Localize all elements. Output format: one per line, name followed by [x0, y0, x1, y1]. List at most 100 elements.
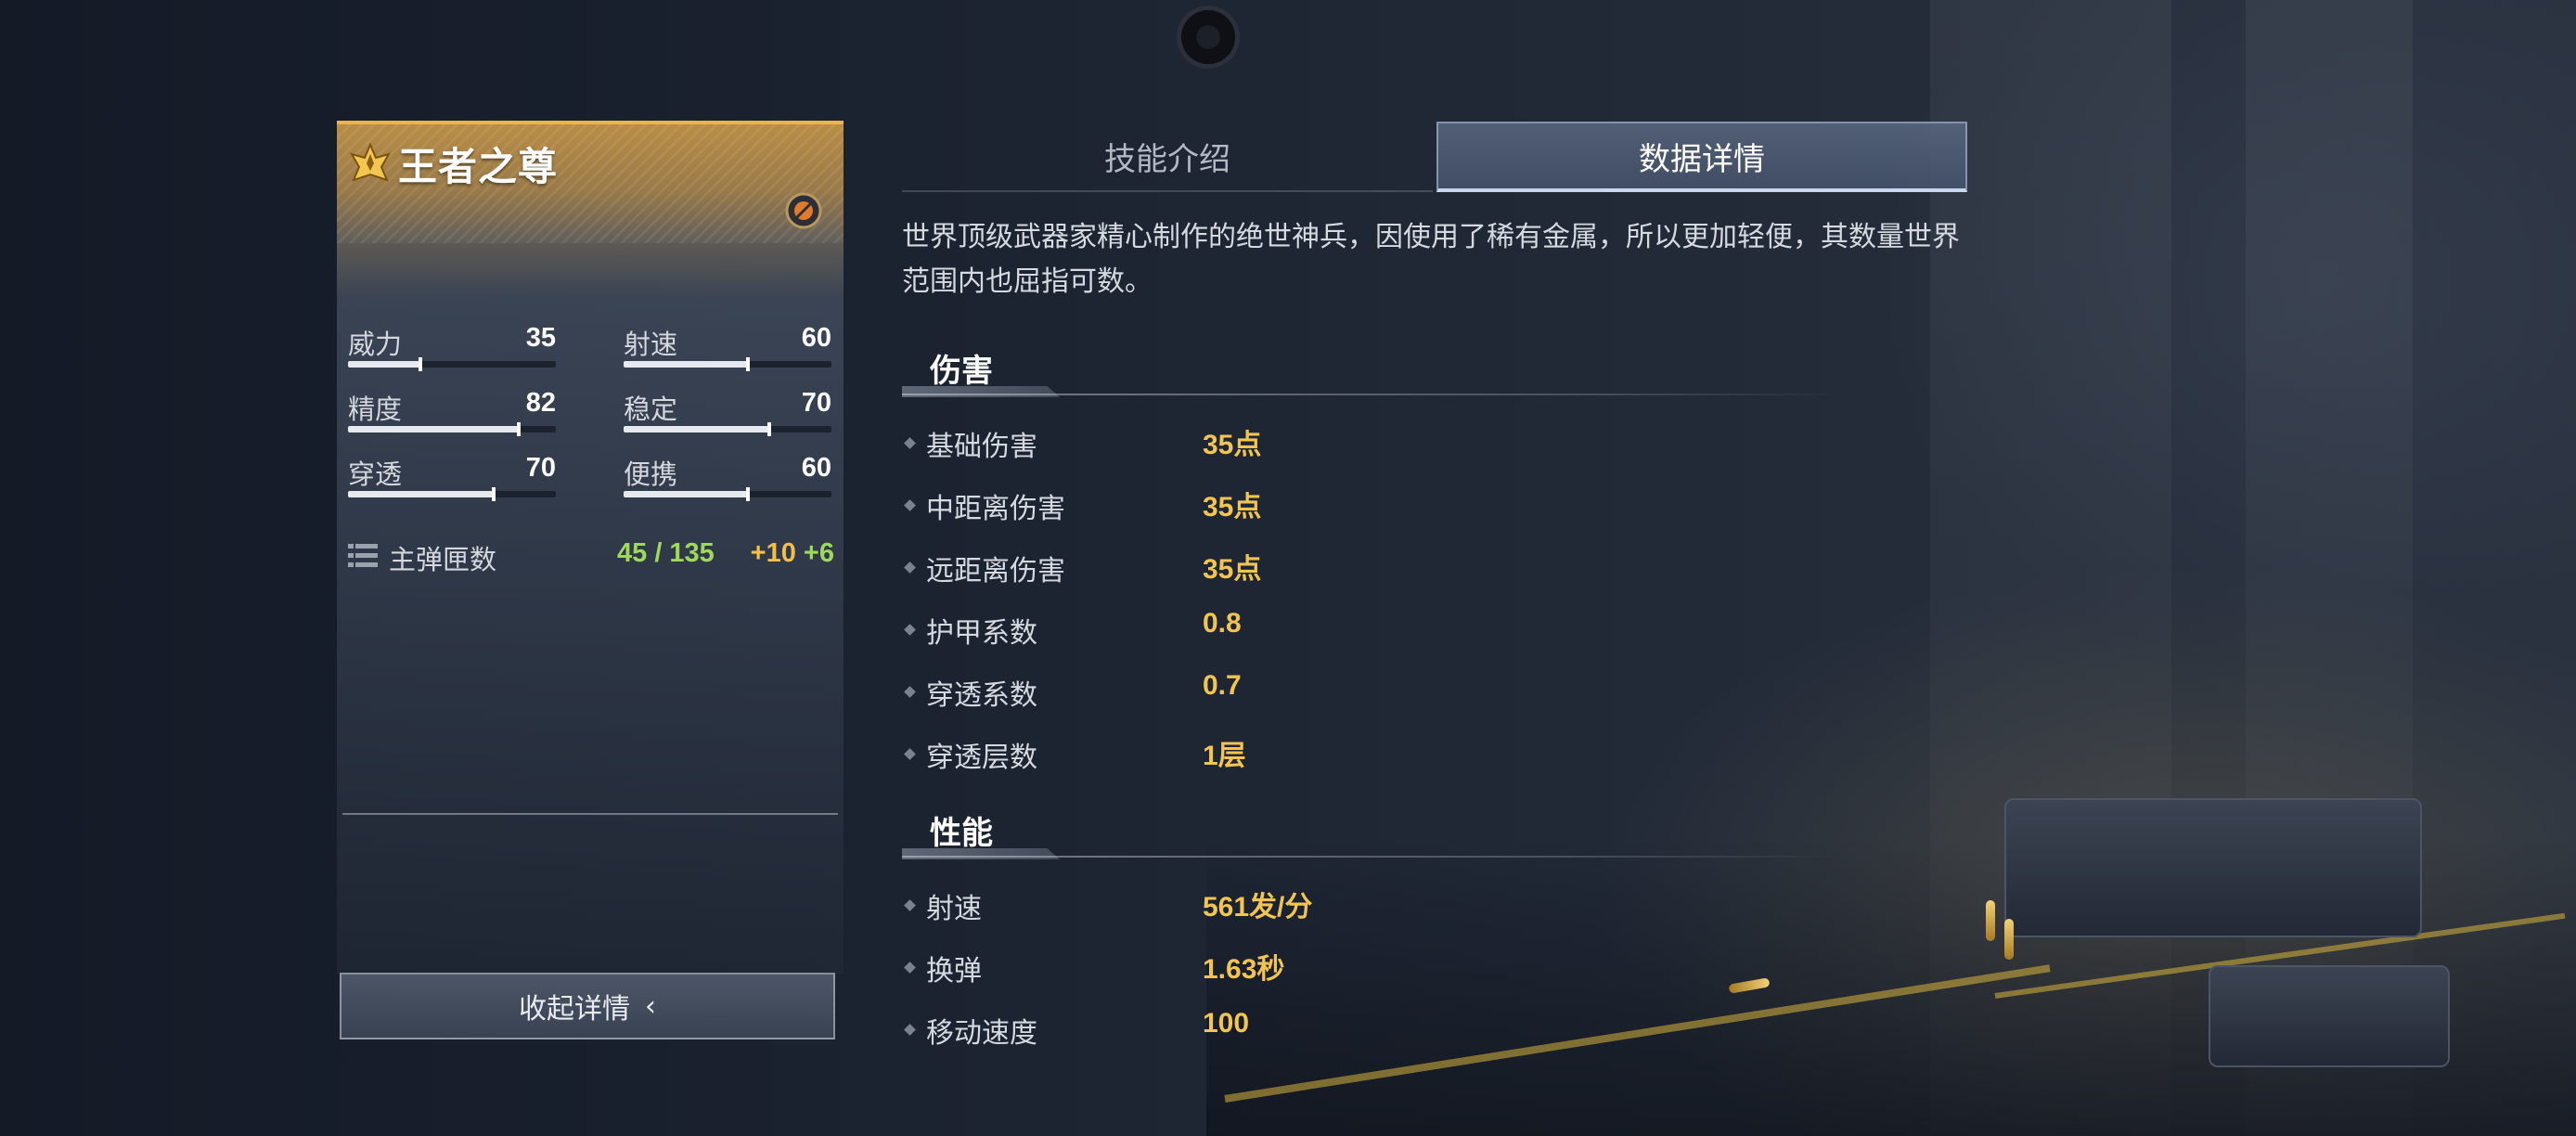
bullet-icon — [904, 562, 916, 574]
stat-bar — [624, 357, 831, 371]
data-row: 中距离伤害 35点 — [902, 485, 1737, 528]
data-label: 射速 — [926, 893, 982, 925]
section-title-underline — [902, 848, 1060, 859]
data-row: 射速 561发/分 — [902, 885, 1737, 928]
background-bullet-shell — [1986, 900, 1995, 941]
stat-value: 35 — [525, 323, 556, 353]
ammo-row: 主弹匣数 45 / 135 +10 +6 — [348, 538, 834, 575]
data-label: 穿透层数 — [926, 742, 1037, 774]
stat-bar-fill — [624, 487, 751, 501]
bullet-icon — [904, 499, 916, 511]
ammo-bonus-secondary: +6 — [803, 538, 834, 568]
data-label: 换弹 — [926, 955, 982, 988]
stat-value: 60 — [801, 323, 831, 353]
bullet-icon — [904, 748, 916, 760]
card-divider — [342, 813, 838, 815]
ammo-bonus-primary: +10 — [750, 538, 796, 568]
data-value: 0.8 — [1203, 608, 1242, 639]
stat-bar-fill — [348, 487, 496, 501]
bullet-icon — [904, 686, 916, 698]
crown-emblem-icon — [348, 141, 393, 186]
bullet-icon — [904, 899, 916, 911]
stat-bar — [624, 487, 831, 501]
data-value: 100 — [1203, 1008, 1250, 1039]
data-label: 护甲系数 — [926, 617, 1037, 650]
section-divider — [902, 856, 1839, 858]
data-value: 35点 — [1203, 430, 1262, 460]
ammo-count: 45 / 135 — [617, 538, 715, 568]
data-label: 远距离伤害 — [926, 555, 1065, 587]
stat-stability: 稳定 70 — [624, 388, 831, 436]
stat-bar-fill — [624, 357, 751, 371]
data-row: 远距离伤害 35点 — [902, 548, 1737, 590]
stat-bar — [348, 487, 556, 501]
stat-value: 82 — [525, 388, 556, 418]
weapon-description: 世界顶级武器家精心制作的绝世神兵，因使用了稀有金属，所以更加轻便，其数量世界范围… — [902, 221, 1960, 298]
stat-label: 穿透 — [348, 458, 403, 490]
data-row: 穿透层数 1层 — [902, 734, 1737, 777]
stat-label: 射速 — [624, 329, 678, 360]
magazine-icon — [348, 542, 378, 570]
stat-penetration: 穿透 70 — [348, 453, 556, 501]
stat-label: 精度 — [348, 394, 403, 425]
tab-skill-intro[interactable]: 技能介绍 — [902, 122, 1433, 192]
stat-label: 威力 — [348, 329, 403, 360]
weapon-card: 王者之尊 威力 35 射速 60 精度 82 稳定 70 穿透 70 便携 60… — [337, 121, 844, 975]
background-floor-stripe — [1994, 912, 2566, 999]
stat-label: 便携 — [624, 458, 678, 490]
data-value: 0.7 — [1203, 670, 1242, 701]
weapon-card-header-fade — [337, 243, 844, 299]
stat-bar — [348, 422, 556, 436]
section-title: 性能 — [930, 815, 993, 852]
stat-label: 稳定 — [624, 394, 678, 425]
collapse-details-label: 收起详情 — [519, 993, 630, 1026]
data-row: 基础伤害 35点 — [902, 423, 1737, 466]
top-handle-icon — [1177, 6, 1240, 69]
stat-accuracy: 精度 82 — [348, 388, 556, 436]
chevron-left-icon: ‹ — [645, 989, 656, 1023]
stat-power: 威力 35 — [348, 323, 556, 371]
section-title-underline — [902, 386, 1060, 397]
section-performance: 性能 — [902, 807, 1839, 859]
background-pillar — [2246, 0, 2413, 1136]
section-divider — [902, 394, 1839, 395]
section-damage: 伤害 — [902, 345, 1839, 397]
data-value: 35点 — [1203, 554, 1262, 585]
data-row: 护甲系数 0.8 — [902, 608, 1737, 652]
stat-bar — [624, 422, 831, 436]
weapon-badge-icon — [784, 191, 823, 230]
weapon-card-header: 王者之尊 — [337, 121, 844, 243]
collapse-details-button[interactable]: 收起详情 ‹ — [340, 973, 835, 1039]
bullet-icon — [904, 1024, 916, 1036]
background-bullet-shell — [2004, 919, 2014, 960]
data-row: 换弹 1.63秒 — [902, 948, 1737, 990]
data-row: 穿透系数 0.7 — [902, 670, 1737, 715]
detail-tabs: 技能介绍 数据详情 — [902, 122, 1967, 192]
ammo-label: 主弹匣数 — [389, 544, 497, 575]
background-crate — [2209, 965, 2450, 1067]
stat-bar — [348, 357, 556, 371]
weapon-name: 王者之尊 — [398, 144, 559, 189]
data-label: 移动速度 — [926, 1017, 1037, 1050]
stat-value: 60 — [801, 453, 831, 483]
stat-bar-fill — [624, 422, 771, 436]
bullet-icon — [904, 624, 916, 636]
data-value: 561发/分 — [1203, 892, 1313, 923]
stat-fire-rate: 射速 60 — [624, 323, 831, 371]
stat-portability: 便携 60 — [624, 453, 831, 501]
ammo-bonus: +10 +6 — [751, 538, 834, 569]
data-row: 移动速度 100 — [902, 1008, 1737, 1052]
background-crate — [2004, 798, 2422, 937]
stat-value: 70 — [801, 388, 831, 418]
bullet-icon — [904, 437, 916, 449]
data-value: 35点 — [1203, 492, 1262, 523]
stat-bar-fill — [348, 357, 423, 371]
data-label: 基础伤害 — [926, 431, 1037, 463]
stat-value: 70 — [525, 453, 556, 483]
data-value: 1.63秒 — [1203, 954, 1285, 985]
bullet-icon — [904, 962, 916, 974]
data-label: 中距离伤害 — [926, 493, 1065, 525]
tab-data-details[interactable]: 数据详情 — [1436, 122, 1967, 192]
data-value: 1层 — [1203, 741, 1246, 771]
section-title: 伤害 — [930, 353, 993, 390]
